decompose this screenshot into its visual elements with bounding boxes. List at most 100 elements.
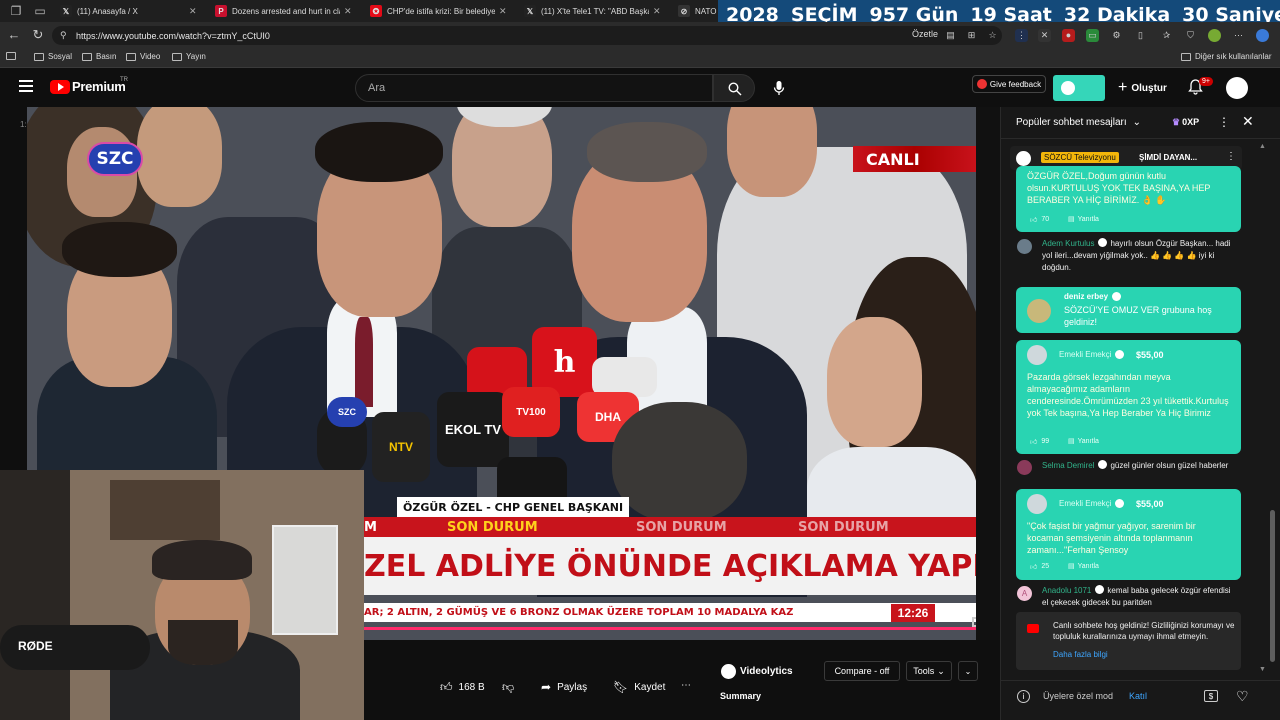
bookmark-star-icon[interactable]: ☆ <box>986 29 999 42</box>
copilot-icon[interactable] <box>1256 29 1269 42</box>
person-face <box>827 317 922 447</box>
reply-button[interactable]: ▤ Yanıtla <box>1068 562 1099 571</box>
pinned-more-icon[interactable]: ⋮ <box>1226 151 1236 162</box>
person-hair <box>62 222 177 277</box>
super-chat-username: Emekli Emekçi <box>1059 350 1125 359</box>
search-button[interactable] <box>713 74 755 102</box>
profile-avatar-icon[interactable] <box>1208 29 1221 42</box>
reply-button[interactable]: ▤ Yanıtla <box>1068 215 1099 224</box>
xp-counter[interactable]: ♛ 0XP <box>1172 117 1199 128</box>
reply-button[interactable]: ▤ Yanıtla <box>1068 437 1099 446</box>
compare-toggle-button[interactable]: Compare - off <box>824 661 900 681</box>
browser-tab-3[interactable]: ✪ CHP'de istifa krizi: Bir belediye ✕ <box>370 2 507 20</box>
search-input[interactable]: Ara <box>355 74 713 102</box>
username-text: deniz erbey <box>1064 292 1109 301</box>
reply-label: Yanıtla <box>1077 437 1099 445</box>
more-actions-icon[interactable]: ⋯ <box>681 680 691 691</box>
save-button[interactable]: 🔖︎ Kaydet <box>613 680 665 694</box>
chat-like-count[interactable]: 👍︎ 70 <box>1030 215 1049 224</box>
cameraman-head <box>612 402 747 522</box>
browser-tab-1[interactable]: 𝕏 (11) Anasayfa / X ✕ <box>60 2 197 20</box>
verified-badge-icon <box>1098 238 1108 247</box>
chat-mode-dropdown[interactable]: Popüler sohbet mesajları ⌄ <box>1016 117 1141 128</box>
youtube-logo-icon[interactable] <box>50 80 70 94</box>
share-button[interactable]: ➦ Paylaş <box>541 680 587 694</box>
reply-label: Yanıtla <box>1077 562 1099 570</box>
tools-dropdown[interactable]: Tools ⌄ <box>906 661 952 681</box>
crown-icon: ♛ <box>1172 117 1181 127</box>
chat-menu-icon[interactable]: ⋮ <box>1218 115 1230 129</box>
close-tab-icon[interactable]: ✕ <box>189 6 197 17</box>
menu-icon[interactable] <box>19 80 33 92</box>
url-field[interactable]: https://www.youtube.com/watch?v=ztmY_cCt… <box>52 26 1002 45</box>
chair-back <box>0 470 70 720</box>
workspaces-icon[interactable]: ❐ <box>8 3 24 19</box>
summarize-button[interactable]: Özetle <box>912 29 938 39</box>
username-text: Emekli Emekçi <box>1059 350 1112 359</box>
like-button[interactable]: 👍︎ 168 B <box>440 680 485 695</box>
chat-message: Anadolu 1071 kemal baba gelecek özgür efe… <box>1042 585 1237 609</box>
create-button[interactable]: + Oluştur <box>1118 79 1167 97</box>
chat-like-count[interactable]: 👍︎ 99 <box>1030 437 1049 446</box>
members-only-mode-label: Üyelere özel mod <box>1043 691 1114 701</box>
favorites-icon[interactable]: ✰ <box>1160 29 1173 42</box>
chat-scrollbar[interactable] <box>1270 510 1275 662</box>
super-chat-text: Pazarda görsek lezgahından meyva almayac… <box>1027 372 1229 418</box>
close-chat-icon[interactable]: ✕ <box>1242 113 1254 130</box>
bookmark-folder-video[interactable]: Video <box>126 52 160 61</box>
split-screen-icon[interactable]: ▯ <box>1134 29 1147 42</box>
extension-icon[interactable]: ● <box>1062 29 1075 42</box>
reload-icon[interactable]: ↻ <box>30 27 46 43</box>
search-icon <box>728 82 742 96</box>
bookmark-folder-yayin[interactable]: Yayın <box>172 52 206 61</box>
join-button[interactable]: Katıl <box>1129 691 1147 701</box>
scroll-down-icon[interactable]: ▼ <box>1259 666 1266 673</box>
extension-toggle[interactable] <box>1053 75 1105 101</box>
site-info-icon[interactable]: ⚲ <box>60 30 67 41</box>
news-headline: ZEL ADLİYE ÖNÜNDE AÇIKLAMA YAPIYOR <box>364 537 976 595</box>
extension-icon[interactable]: ⋮ <box>1015 29 1028 42</box>
save-label: Kaydet <box>634 681 666 693</box>
apps-icon[interactable]: ⊞ <box>965 29 978 42</box>
extension-icon[interactable]: ⚙ <box>1110 29 1123 42</box>
extension-icon[interactable]: ▭ <box>1086 29 1099 42</box>
other-bookmarks[interactable]: Diğer sık kullanılanlar <box>1181 52 1271 61</box>
browser-tab-2[interactable]: P Dozens arrested and hurt in cla ✕ <box>215 2 352 20</box>
youtube-premium-label[interactable]: Premium <box>72 79 126 94</box>
bookmark-folder-sosyal[interactable]: Sosyal <box>34 52 72 61</box>
heart-icon[interactable]: ♡ <box>1236 688 1249 705</box>
x-logo-icon: 𝕏 <box>524 5 536 17</box>
reply-icon: ▤ <box>1068 216 1075 223</box>
super-chat-icon[interactable]: $ <box>1204 690 1218 702</box>
thumbs-up-icon: 👍︎ <box>1030 564 1038 571</box>
dislike-button[interactable]: 👎︎ <box>502 680 514 695</box>
close-tab-icon[interactable]: ✕ <box>499 6 507 17</box>
videolytics-collapse-button[interactable]: ⌄ <box>958 661 978 681</box>
scroll-up-icon[interactable]: ▲ <box>1259 143 1266 150</box>
close-tab-icon[interactable]: ✕ <box>653 6 661 17</box>
summary-heading: Summary <box>720 691 762 701</box>
learn-more-link[interactable]: Daha fazla bilgi <box>1053 650 1108 659</box>
extension-icon[interactable]: ✕ <box>1038 29 1051 42</box>
bookmark-tab-icon[interactable] <box>6 52 16 60</box>
info-icon[interactable]: i <box>1017 690 1030 703</box>
video-progress-bar[interactable] <box>364 627 976 630</box>
bookmark-folder-basin[interactable]: Basın <box>82 52 116 61</box>
chat-message: Selma Demirel güzel günler olsun güzel ha… <box>1042 460 1237 472</box>
more-menu-icon[interactable]: ⋯ <box>1232 29 1245 42</box>
share-arrow-icon: ➦ <box>541 680 552 694</box>
back-icon[interactable]: ← <box>6 27 22 43</box>
close-tab-icon[interactable]: ✕ <box>344 6 352 17</box>
shield-icon[interactable]: ⛉ <box>1184 29 1197 42</box>
browser-tab-5[interactable]: ⊘ NATO <box>678 2 718 20</box>
tab-actions-icon[interactable]: ▭ <box>32 3 48 19</box>
give-feedback-button[interactable]: Give feedback <box>972 75 1046 93</box>
reader-icon[interactable]: ▤ <box>944 29 957 42</box>
microphone-icon[interactable] <box>773 80 785 101</box>
chat-like-count[interactable]: 👍︎ 25 <box>1030 562 1049 571</box>
folder-icon <box>82 52 92 61</box>
username-text: Emekli Emekçi <box>1059 499 1112 508</box>
browser-tab-4[interactable]: 𝕏 (11) X'te Tele1 TV: "ABD Başkan ✕ <box>524 2 661 20</box>
feedback-icon <box>976 79 987 89</box>
account-avatar[interactable] <box>1226 77 1248 99</box>
